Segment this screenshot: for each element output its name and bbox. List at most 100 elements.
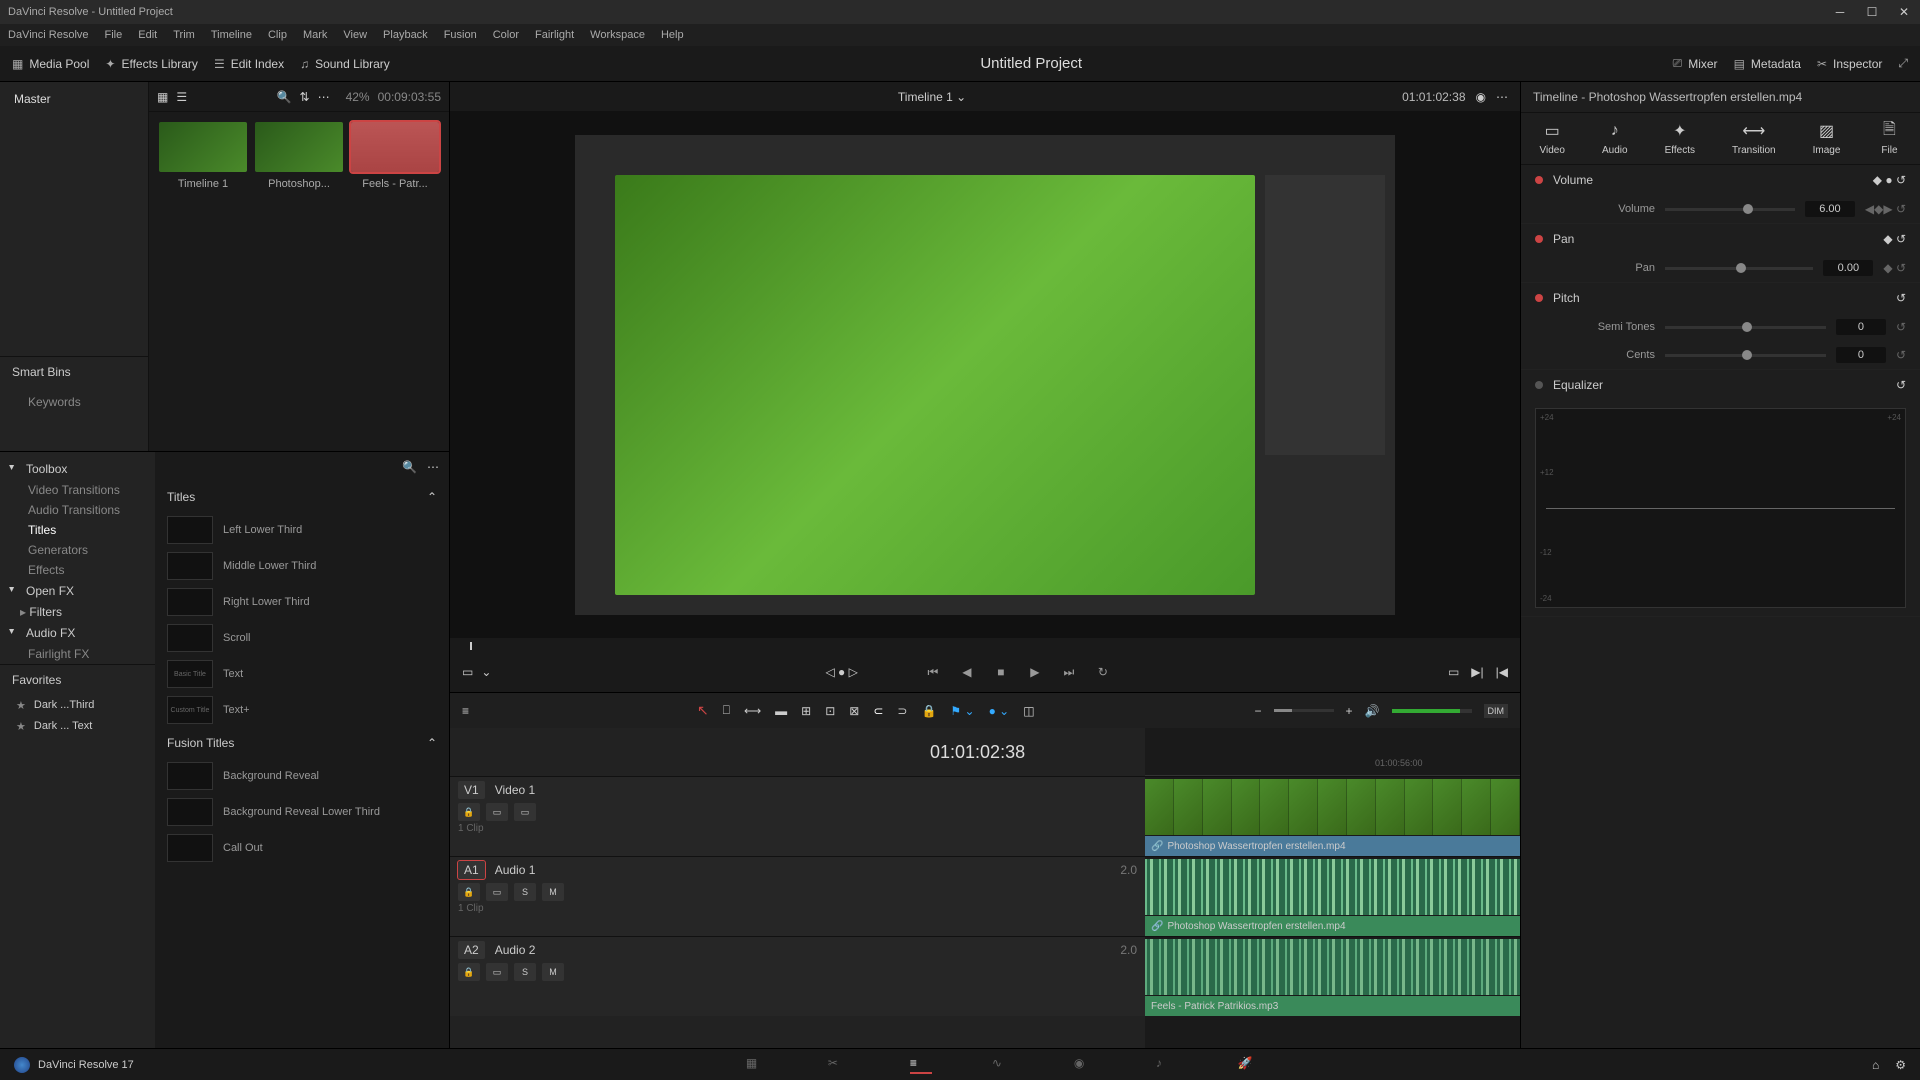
overwrite-icon[interactable]: ⊡: [825, 704, 835, 718]
mute-button[interactable]: M: [542, 963, 564, 981]
markers-icon[interactable]: ◁ ● ▷: [825, 665, 857, 679]
tab-effects[interactable]: ✦Effects: [1665, 121, 1695, 156]
mute-button[interactable]: M: [542, 883, 564, 901]
eq-header[interactable]: Equalizer↺: [1521, 370, 1920, 400]
disable-icon[interactable]: ▭: [514, 803, 536, 821]
menu-color[interactable]: Color: [493, 29, 519, 41]
effects-library-button[interactable]: ✦ Effects Library: [105, 57, 198, 71]
menu-edit[interactable]: Edit: [138, 29, 157, 41]
page-edit[interactable]: ≡: [910, 1056, 932, 1074]
audio-clip[interactable]: [1145, 939, 1520, 995]
audio-track-2[interactable]: Feels - Patrick Patrikios.mp3: [1145, 936, 1520, 1016]
eq-graph[interactable]: +24 +24 +12 -12 -24: [1535, 408, 1906, 608]
page-media[interactable]: ▦: [746, 1056, 768, 1074]
page-color[interactable]: ◉: [1074, 1056, 1096, 1074]
lock-icon[interactable]: 🔒: [921, 704, 936, 718]
tab-file[interactable]: 🗎File: [1877, 121, 1901, 156]
master-bin[interactable]: Master: [0, 82, 148, 116]
menu-workspace[interactable]: Workspace: [590, 29, 645, 41]
insert-icon[interactable]: ⊞: [801, 704, 811, 718]
search-icon[interactable]: 🔍: [277, 90, 292, 104]
keyframe-controls[interactable]: ◀◆▶ ↺: [1865, 202, 1906, 216]
fusion-title-item[interactable]: Call Out: [155, 830, 449, 866]
chevron-down-icon[interactable]: ⌄: [481, 665, 491, 679]
audiofx-header[interactable]: Audio FX: [0, 622, 155, 644]
track-header-a2[interactable]: A2Audio 22.0 🔒▭SM: [450, 936, 1145, 1016]
settings-icon[interactable]: ⚙: [1895, 1058, 1906, 1072]
options-icon[interactable]: ⋯: [318, 90, 330, 104]
track-header-v1[interactable]: V1Video 1 🔒▭▭ 1 Clip: [450, 776, 1145, 856]
toolbox-header[interactable]: Toolbox: [0, 458, 155, 480]
menu-resolve[interactable]: DaVinci Resolve: [8, 29, 89, 41]
close-icon[interactable]: ✕: [1896, 4, 1912, 20]
title-item[interactable]: Middle Lower Third: [155, 548, 449, 584]
pan-header[interactable]: Pan◆ ↺: [1521, 224, 1920, 254]
timeline-name[interactable]: Timeline 1 ⌄: [898, 90, 966, 104]
first-frame-button[interactable]: ⏮: [922, 661, 944, 683]
auto-select-icon[interactable]: ▭: [486, 883, 508, 901]
fx-effects[interactable]: Effects: [0, 560, 155, 580]
fx-video-transitions[interactable]: Video Transitions: [0, 480, 155, 500]
lock-icon[interactable]: 🔒: [458, 883, 480, 901]
transform-icon[interactable]: ▭: [462, 665, 473, 679]
zoom-out-icon[interactable]: −: [1255, 704, 1262, 718]
timeline-ruler[interactable]: 01:00:56:00 01:01:04:00: [1145, 728, 1520, 776]
audio-track-1[interactable]: 🔗 Photoshop Wassertropfen erstellen.mp4: [1145, 856, 1520, 936]
fav-item[interactable]: ★ Dark ... Text: [0, 716, 155, 737]
menu-mark[interactable]: Mark: [303, 29, 327, 41]
thumb-audio[interactable]: Feels - Patr...: [351, 122, 439, 190]
menu-help[interactable]: Help: [661, 29, 684, 41]
mixer-button[interactable]: ⎚ Mixer: [1673, 56, 1718, 71]
marker-icon[interactable]: ● ⌄: [989, 704, 1010, 718]
menu-trim[interactable]: Trim: [173, 29, 195, 41]
title-item[interactable]: Right Lower Third: [155, 584, 449, 620]
inspector-button[interactable]: ✂ Inspector: [1817, 57, 1882, 71]
title-item[interactable]: Basic TitleText: [155, 656, 449, 692]
flag-icon[interactable]: ⚑ ⌄: [950, 704, 974, 718]
audio-clip[interactable]: [1145, 859, 1520, 915]
minimize-icon[interactable]: ─: [1832, 4, 1848, 20]
sort-icon[interactable]: ⇅: [300, 90, 310, 104]
semitones-slider[interactable]: [1665, 326, 1826, 329]
menu-fusion[interactable]: Fusion: [444, 29, 477, 41]
fx-fairlight[interactable]: Fairlight FX: [0, 644, 155, 664]
thumb-video[interactable]: Photoshop...: [255, 122, 343, 190]
home-icon[interactable]: ⌂: [1872, 1058, 1879, 1072]
auto-select-icon[interactable]: ▭: [486, 963, 508, 981]
master-volume-slider[interactable]: [1392, 709, 1472, 713]
edit-index-button[interactable]: ☰ Edit Index: [214, 57, 284, 71]
stop-button[interactable]: ■: [990, 661, 1012, 683]
video-track[interactable]: 🔗 Photoshop Wassertropfen erstellen.mp4: [1145, 776, 1520, 856]
zoom-level[interactable]: 42%: [346, 90, 370, 104]
pan-value[interactable]: 0.00: [1823, 260, 1873, 276]
bin-view-icon[interactable]: ▦: [157, 90, 168, 104]
jump-end-icon[interactable]: ▶|: [1471, 665, 1483, 679]
sound-library-button[interactable]: ♫ Sound Library: [300, 57, 390, 71]
pan-slider[interactable]: [1665, 267, 1813, 270]
menu-clip[interactable]: Clip: [268, 29, 287, 41]
bypass-icon[interactable]: ◉: [1476, 90, 1486, 104]
fav-item[interactable]: ★ Dark ...Third: [0, 695, 155, 716]
page-cut[interactable]: ✂: [828, 1056, 850, 1074]
maximize-icon[interactable]: ☐: [1864, 4, 1880, 20]
fx-filters[interactable]: ▸ Filters: [0, 602, 155, 622]
cents-value[interactable]: 0: [1836, 347, 1886, 363]
volume-value[interactable]: 6.00: [1805, 201, 1855, 217]
viewer[interactable]: [450, 112, 1520, 638]
fx-options-icon[interactable]: ⋯: [427, 460, 439, 474]
page-fairlight[interactable]: ♪: [1156, 1056, 1178, 1074]
auto-select-icon[interactable]: ▭: [486, 803, 508, 821]
tab-video[interactable]: ▭Video: [1540, 121, 1565, 156]
media-pool-button[interactable]: ▦ Media Pool: [12, 57, 89, 71]
fx-generators[interactable]: Generators: [0, 540, 155, 560]
dynamic-trim-icon[interactable]: ⟷: [744, 704, 761, 718]
volume-header[interactable]: Volume◆ ● ↺: [1521, 165, 1920, 195]
fusion-title-item[interactable]: Background Reveal Lower Third: [155, 794, 449, 830]
play-button[interactable]: ▶: [1024, 661, 1046, 683]
semitones-value[interactable]: 0: [1836, 319, 1886, 335]
next-frame-button[interactable]: ⏭: [1058, 661, 1080, 683]
tab-image[interactable]: ▨Image: [1813, 121, 1841, 156]
page-deliver[interactable]: 🚀: [1238, 1056, 1260, 1074]
jump-start-icon[interactable]: |◀: [1496, 665, 1508, 679]
video-clip[interactable]: [1145, 779, 1520, 835]
